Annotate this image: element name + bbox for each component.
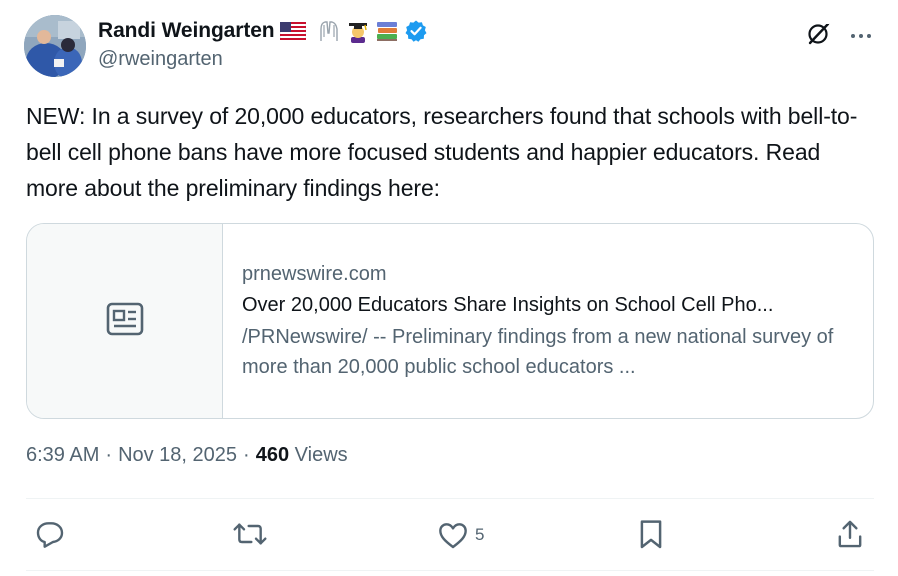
us-flag-icon: [279, 22, 306, 40]
like-count: 5: [475, 525, 485, 544]
author-handle[interactable]: @rweingarten: [98, 48, 223, 71]
more-icon[interactable]: [850, 27, 872, 45]
reply-icon: [34, 518, 66, 550]
books-icon: [375, 19, 399, 43]
author-name[interactable]: Randi Weingarten: [98, 19, 275, 43]
verified-badge-icon[interactable]: [404, 19, 428, 43]
retweet-button[interactable]: [232, 518, 274, 550]
raised-hands-icon: [317, 19, 341, 43]
divider-bottom: [26, 570, 874, 571]
tweet-time[interactable]: 6:39 AM: [26, 444, 99, 467]
article-icon: [106, 302, 144, 341]
share-icon: [836, 518, 864, 550]
author-name-row: Randi Weingarten: [98, 17, 428, 45]
link-card-body: prnewswire.com Over 20,000 Educators Sha…: [223, 224, 873, 418]
reply-button[interactable]: [34, 518, 72, 550]
link-card-title: Over 20,000 Educators Share Insights on …: [242, 294, 774, 316]
teacher-icon: [346, 19, 370, 43]
tweet-meta: 6:39 AM · Nov 18, 2025 · 460 Views: [26, 444, 348, 467]
bookmark-button[interactable]: [638, 518, 670, 550]
views-count: 460: [255, 444, 290, 466]
share-button[interactable]: [836, 518, 870, 550]
link-card-thumbnail: [27, 224, 223, 418]
action-bar: 5: [0, 516, 898, 556]
bookmark-icon: [638, 518, 664, 550]
avatar[interactable]: [24, 15, 86, 77]
heart-icon: [437, 520, 469, 550]
link-card-domain: prnewswire.com: [242, 263, 387, 285]
meta-separator: ·: [243, 444, 250, 466]
grok-icon[interactable]: [806, 20, 832, 51]
like-button[interactable]: 5: [437, 520, 484, 550]
tweet-date[interactable]: Nov 18, 2025: [118, 444, 237, 467]
tweet-text: NEW: In a survey of 20,000 educators, re…: [26, 103, 858, 201]
retweet-icon: [232, 518, 268, 550]
top-actions: [806, 20, 872, 51]
link-card-description: /PRNewswire/ -- Preliminary findings fro…: [242, 326, 834, 378]
link-card[interactable]: prnewswire.com Over 20,000 Educators Sha…: [26, 223, 874, 419]
meta-separator: ·: [105, 444, 113, 466]
views-label: Views: [294, 444, 348, 466]
divider-top: [26, 498, 874, 499]
